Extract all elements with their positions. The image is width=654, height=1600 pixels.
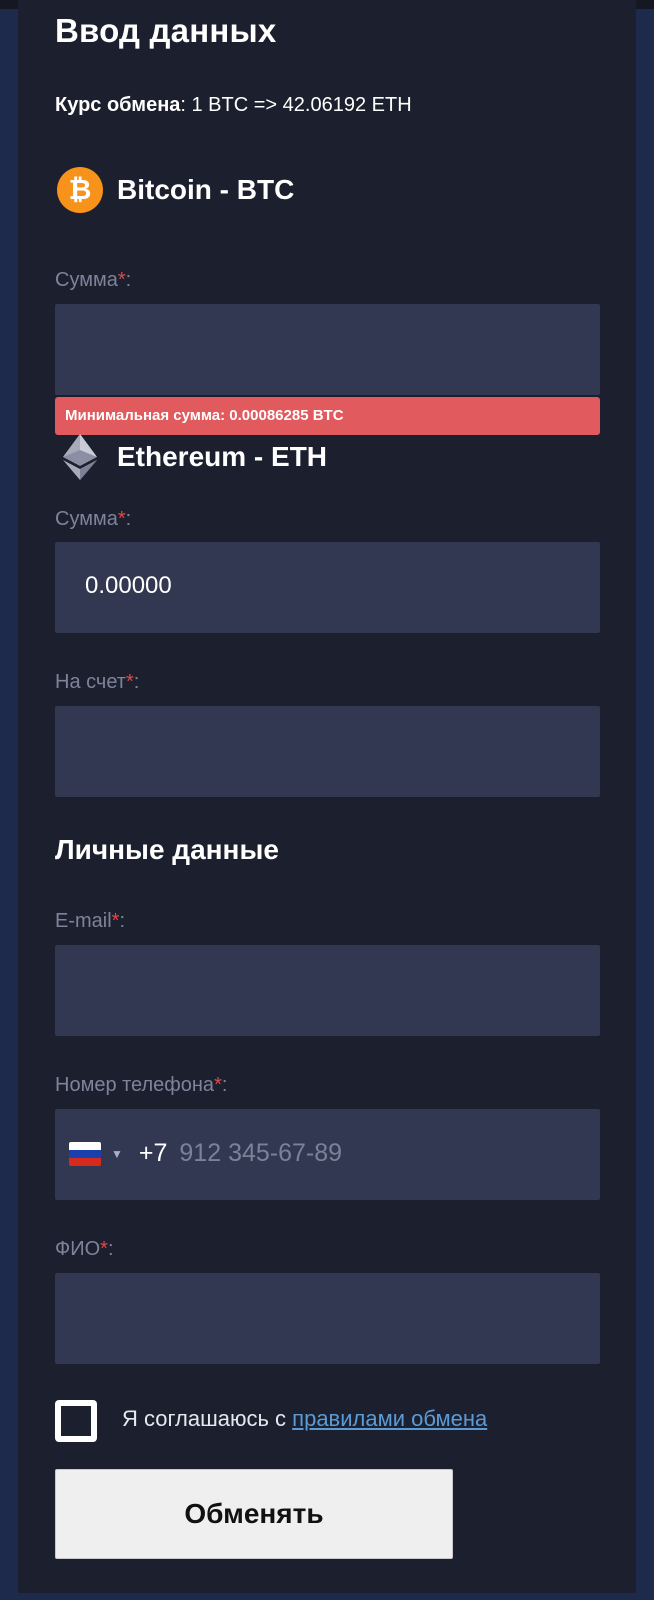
to-amount-input[interactable]: 0.00000 bbox=[55, 542, 600, 633]
from-amount-label: Сумма*: bbox=[55, 269, 132, 291]
phone-placeholder: 912 345-67-89 bbox=[179, 1139, 343, 1167]
fio-input[interactable] bbox=[55, 1273, 600, 1364]
to-currency-name: Ethereum - ETH bbox=[117, 441, 328, 472]
account-input[interactable] bbox=[55, 706, 600, 797]
account-label: На счет*: bbox=[55, 671, 140, 693]
phone-label: Номер телефона*: bbox=[55, 1074, 228, 1096]
country-dropdown-caret-icon[interactable]: ▼ bbox=[111, 1147, 123, 1161]
exchange-button[interactable]: Обменять bbox=[55, 1469, 453, 1559]
email-label: E-mail*: bbox=[55, 910, 126, 932]
fio-label: ФИО*: bbox=[55, 1238, 114, 1260]
agreement-checkbox[interactable] bbox=[55, 1400, 97, 1442]
phone-country-code: +7 bbox=[138, 1139, 168, 1167]
to-amount-value: 0.00000 bbox=[85, 572, 172, 599]
phone-input[interactable]: ▼ +7 912 345-67-89 bbox=[55, 1109, 600, 1200]
ethereum-icon bbox=[57, 434, 103, 480]
from-currency-name: Bitcoin - BTC bbox=[117, 174, 295, 205]
exchange-rate-value: : 1 BTC => 42.06192 ETH bbox=[180, 94, 412, 116]
to-currency: Ethereum - ETH bbox=[57, 434, 327, 480]
min-amount-error: Минимальная сумма: 0.00086285 BTC bbox=[55, 397, 600, 435]
exchange-rate-label: Курс обмена bbox=[55, 94, 181, 116]
from-currency: ₿ Bitcoin - BTC bbox=[57, 167, 294, 213]
exchange-rules-link[interactable]: правилами обмена bbox=[292, 1406, 487, 1431]
form-title: Ввод данных bbox=[55, 12, 277, 49]
email-input[interactable] bbox=[55, 945, 600, 1036]
bitcoin-icon: ₿ bbox=[57, 167, 103, 213]
agreement-text: Я соглашаюсь с правилами обмена bbox=[122, 1406, 488, 1431]
to-amount-label: Сумма*: bbox=[55, 508, 132, 530]
from-amount-input[interactable] bbox=[55, 304, 600, 395]
personal-data-title: Личные данные bbox=[55, 834, 279, 865]
russia-flag-icon[interactable] bbox=[69, 1141, 101, 1166]
exchange-rate: Курс обмена: 1 BTC => 42.06192 ETH bbox=[55, 94, 412, 117]
